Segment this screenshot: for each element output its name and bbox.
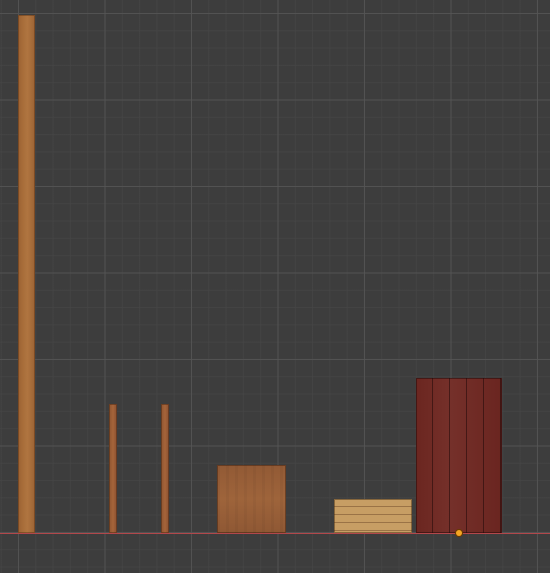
tall-plank[interactable]	[18, 15, 35, 533]
x-axis-line	[0, 533, 550, 534]
origin-marker[interactable]	[456, 530, 462, 536]
3d-viewport[interactable]	[0, 0, 550, 573]
post-left[interactable]	[109, 404, 117, 533]
crate[interactable]	[217, 465, 286, 533]
plank-stack[interactable]	[334, 499, 412, 533]
post-right[interactable]	[161, 404, 169, 533]
wall-panel[interactable]	[416, 378, 502, 533]
